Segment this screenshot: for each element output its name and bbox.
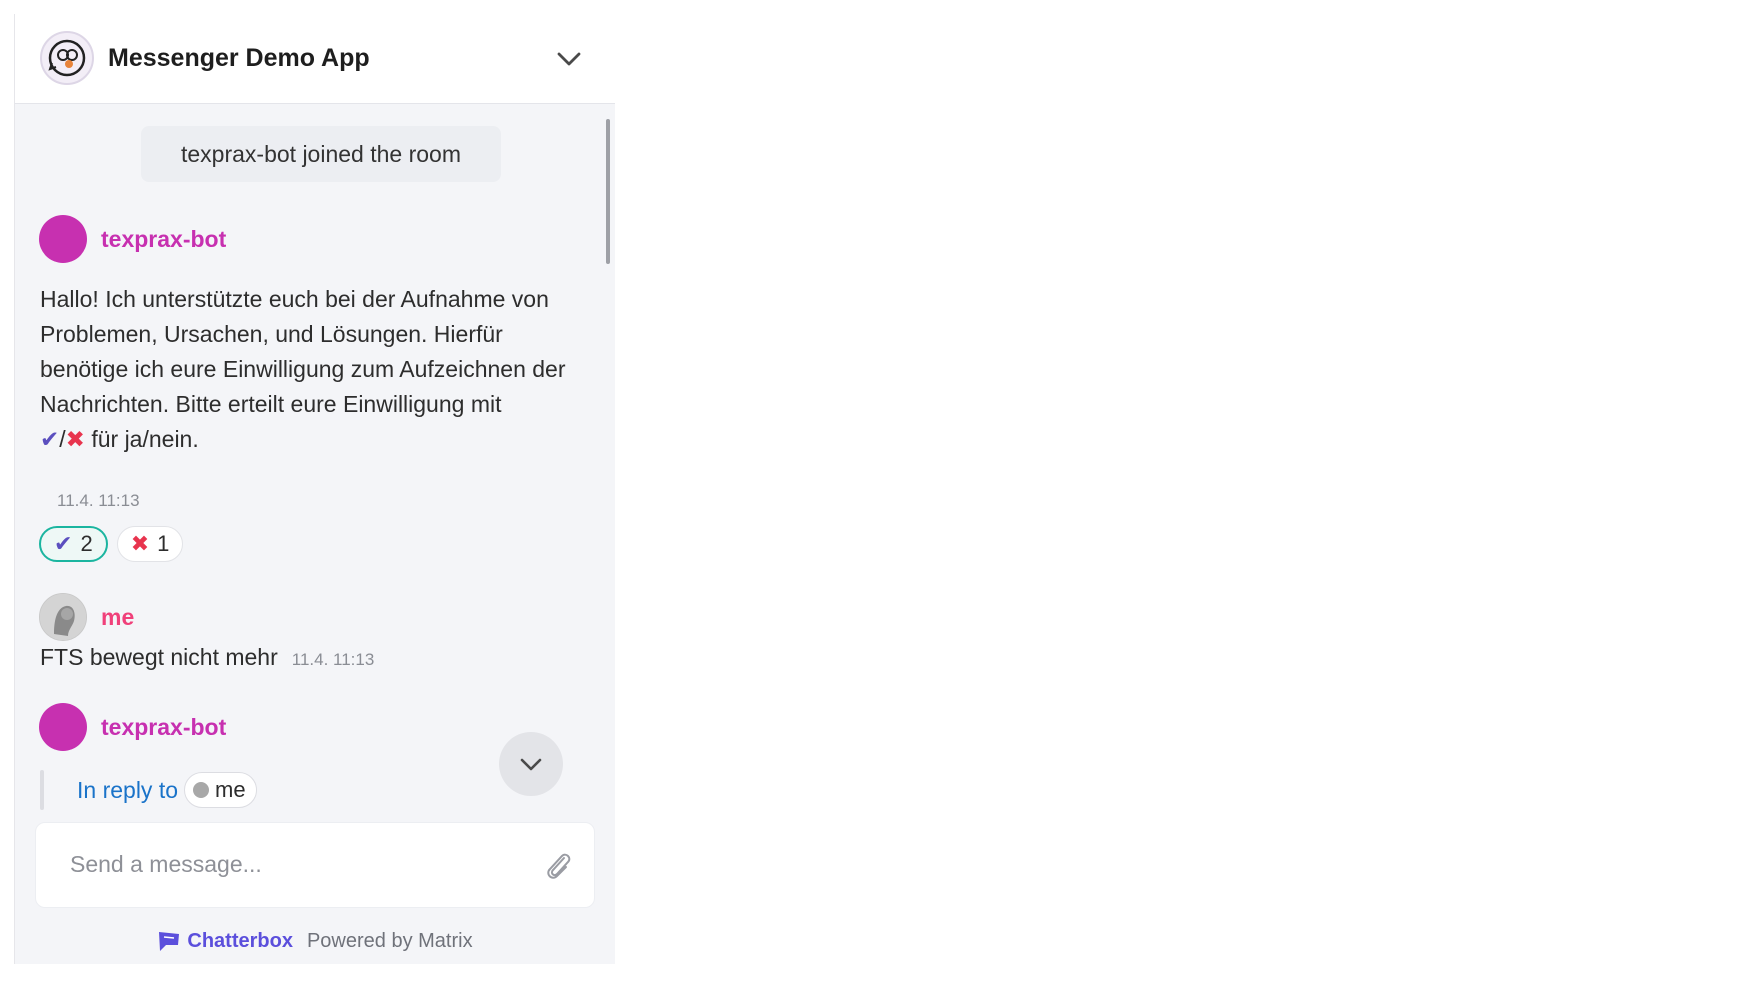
cross-icon: ✖ bbox=[130, 531, 150, 556]
check-icon: ✔ bbox=[54, 531, 73, 556]
reaction-cross[interactable]: ✖ 1 bbox=[116, 526, 184, 562]
avatar[interactable] bbox=[39, 215, 87, 263]
message-timestamp: 11.4. 11:13 bbox=[57, 491, 140, 510]
chevron-down-icon bbox=[520, 758, 542, 771]
reply-link[interactable]: In reply to bbox=[77, 777, 178, 804]
paperclip-icon bbox=[547, 853, 571, 879]
sender-name[interactable]: me bbox=[101, 604, 134, 631]
scroll-to-bottom-button[interactable] bbox=[499, 732, 563, 796]
avatar[interactable] bbox=[39, 703, 87, 751]
message-sender: texprax-bot bbox=[39, 214, 226, 264]
join-notice: texprax-bot joined the room bbox=[141, 126, 501, 182]
message-line: benötige ich eure Einwilligung zum Aufze… bbox=[40, 356, 566, 382]
app-logo-icon bbox=[40, 31, 94, 85]
message-input[interactable] bbox=[70, 851, 510, 878]
sender-name[interactable]: texprax-bot bbox=[101, 714, 226, 741]
reaction-count: 2 bbox=[80, 531, 93, 556]
reactions-row: ✔ 2 ✖ 1 bbox=[39, 526, 184, 562]
message-sender: me bbox=[39, 592, 134, 642]
avatar[interactable] bbox=[39, 593, 87, 641]
message-line: ✔/✖ für ja/nein. bbox=[40, 426, 199, 452]
message-timestamp: 11.4. 11:13 bbox=[291, 650, 375, 669]
message-line: Hallo! Ich unterstützte euch bei der Auf… bbox=[40, 286, 549, 312]
message-body: Hallo! Ich unterstützte euch bei der Auf… bbox=[40, 282, 600, 457]
attach-button[interactable] bbox=[542, 849, 574, 883]
app-title: Messenger Demo App bbox=[108, 44, 370, 72]
timeline-scrollbar[interactable] bbox=[606, 119, 610, 264]
reaction-check[interactable]: ✔ 2 bbox=[39, 526, 108, 562]
chatterbox-logo-icon bbox=[159, 932, 180, 951]
message-text: FTS bewegt nicht mehr bbox=[40, 644, 278, 670]
footer: Chatterbox Powered by Matrix bbox=[15, 926, 615, 956]
reply-user-pill[interactable]: me bbox=[184, 772, 257, 808]
message-line-suffix: für ja/nein. bbox=[91, 426, 199, 452]
chat-widget: Messenger Demo App texprax-bot joined th… bbox=[14, 14, 615, 964]
message-body: FTS bewegt nicht mehr 11.4. 11:13 bbox=[40, 644, 374, 671]
message-line: Problemen, Ursachen, und Lösungen. Hierf… bbox=[40, 321, 503, 347]
collapse-button[interactable] bbox=[553, 44, 585, 74]
sender-name[interactable]: texprax-bot bbox=[101, 226, 226, 253]
message-sender: texprax-bot bbox=[39, 702, 226, 752]
chat-header: Messenger Demo App bbox=[15, 14, 615, 104]
check-icon: ✔ bbox=[40, 426, 60, 452]
chevron-down-icon bbox=[557, 52, 581, 66]
reply-user-name: me bbox=[215, 777, 246, 802]
message-line: Nachrichten. Bitte erteilt eure Einwilli… bbox=[40, 391, 502, 417]
brand-name: Chatterbox bbox=[187, 929, 293, 952]
reply-bar bbox=[40, 770, 44, 810]
powered-by-text: Powered by Matrix bbox=[306, 929, 473, 952]
reply-quote: In reply to me bbox=[40, 770, 257, 810]
brand-link[interactable]: Chatterbox bbox=[157, 929, 293, 953]
message-composer bbox=[35, 822, 595, 908]
cross-icon: ✖ bbox=[65, 426, 85, 452]
reaction-count: 1 bbox=[157, 531, 170, 556]
avatar bbox=[193, 782, 209, 798]
